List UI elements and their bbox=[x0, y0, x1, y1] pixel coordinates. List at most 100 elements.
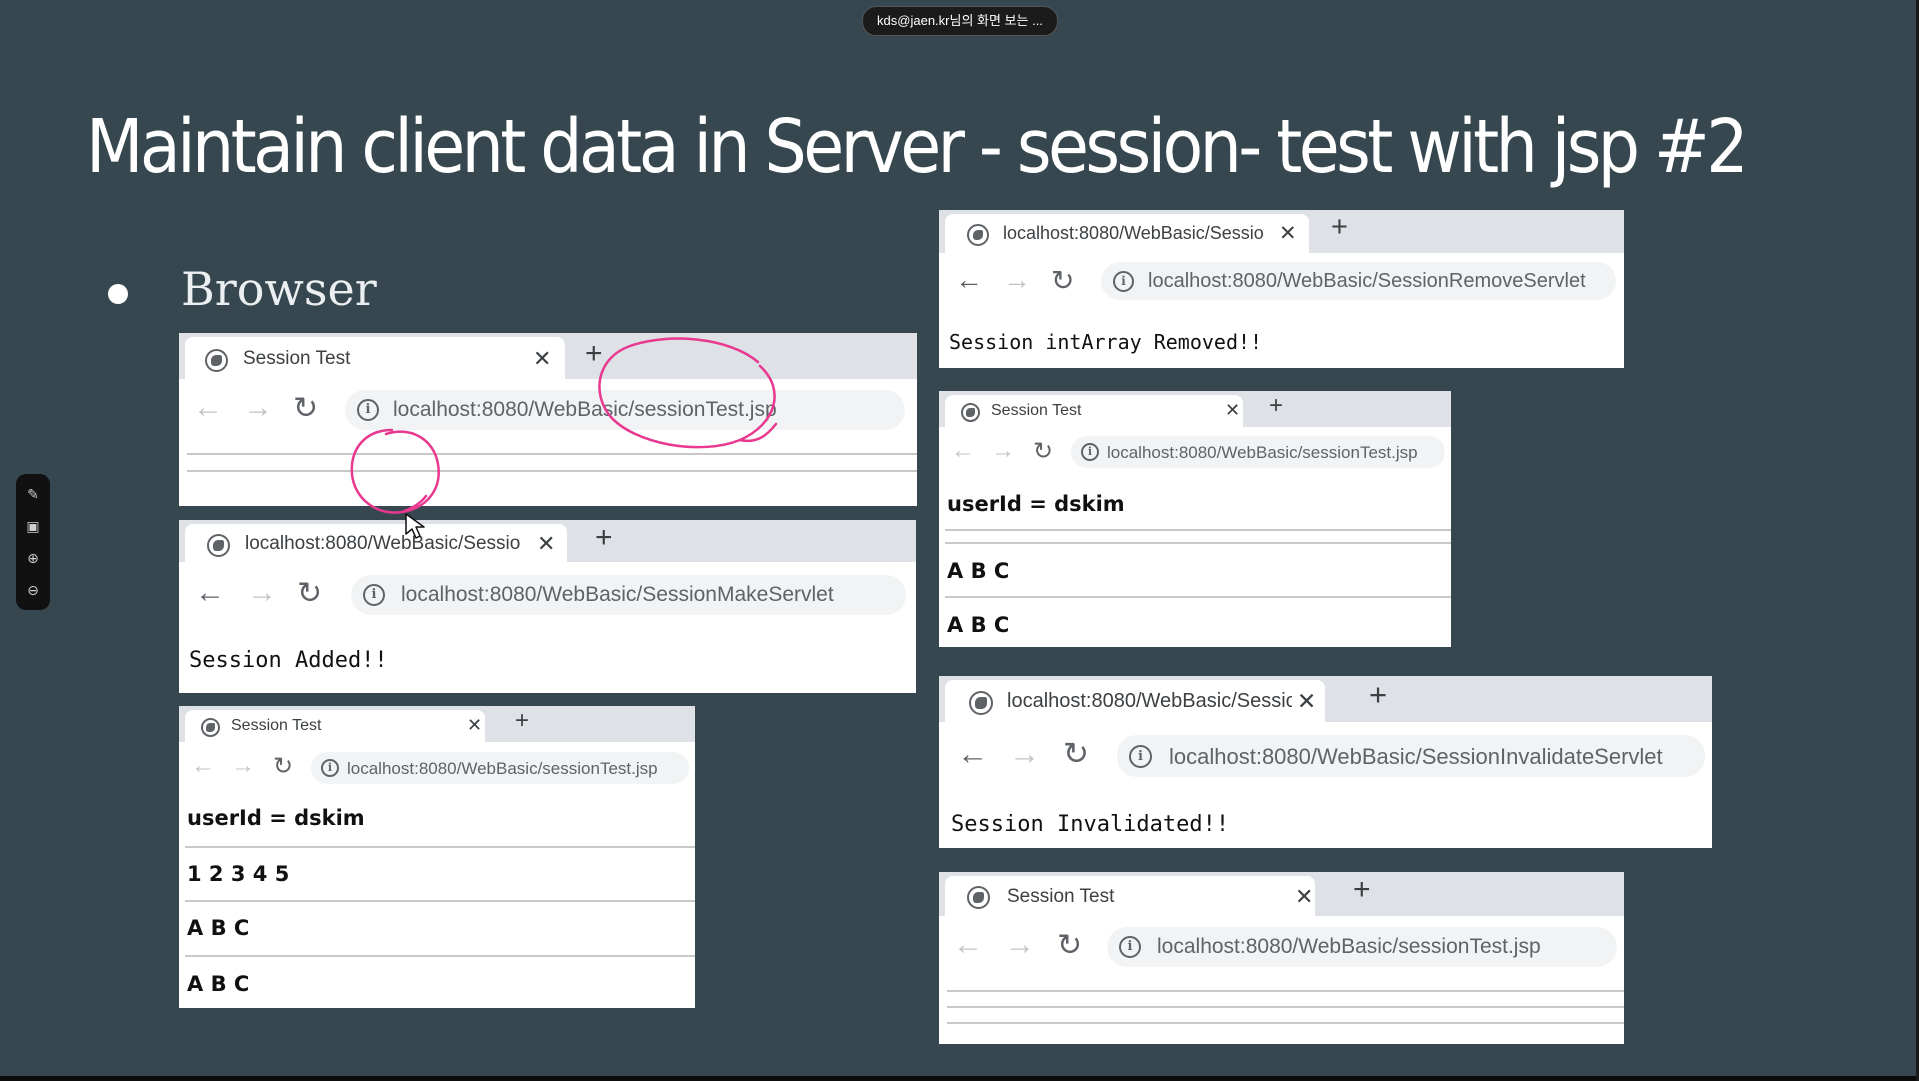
tab-session-remove[interactable]: localhost:8080/WebBasic/Sessio ✕ bbox=[945, 214, 1309, 253]
tab-session-test[interactable]: Session Test ✕ bbox=[185, 710, 485, 742]
tab-strip: localhost:8080/WebBasic/Sessio ✕ + bbox=[179, 520, 916, 562]
info-icon[interactable]: i bbox=[1081, 443, 1099, 461]
close-tab-icon[interactable]: ✕ bbox=[537, 531, 555, 557]
user-id-row: userId = dskim bbox=[187, 806, 365, 830]
forward-icon[interactable]: → bbox=[243, 391, 273, 425]
address-bar[interactable]: i localhost:8080/WebBasic/sessionTest.js… bbox=[345, 390, 905, 430]
forward-icon[interactable]: → bbox=[1005, 928, 1035, 962]
globe-icon bbox=[961, 403, 980, 422]
forward-icon[interactable]: → bbox=[1009, 736, 1040, 772]
back-icon[interactable]: ← bbox=[195, 576, 225, 610]
info-icon[interactable]: i bbox=[357, 399, 379, 421]
reload-icon[interactable]: ↻ bbox=[1063, 736, 1089, 772]
bullet-text: Browser bbox=[181, 262, 377, 316]
browser-window-session-invalidate: localhost:8080/WebBasic/Sessio ✕ + ← → ↻… bbox=[939, 676, 1712, 848]
empty-row-divider bbox=[187, 470, 917, 472]
address-bar[interactable]: i localhost:8080/WebBasic/sessionTest.js… bbox=[1107, 927, 1617, 967]
screen-share-banner[interactable]: kds@jaen.kr님의 화면 보는 ... bbox=[862, 6, 1058, 36]
new-tab-button[interactable]: + bbox=[1353, 873, 1371, 907]
url-text[interactable]: localhost:8080/WebBasic/SessionMakeServl… bbox=[401, 583, 901, 607]
globe-icon bbox=[967, 886, 990, 909]
back-icon[interactable]: ← bbox=[953, 928, 983, 962]
tab-session-invalidate[interactable]: localhost:8080/WebBasic/Sessio ✕ bbox=[945, 680, 1325, 722]
page-content-text: Session Added!! bbox=[189, 648, 388, 673]
back-icon[interactable]: ← bbox=[191, 752, 215, 780]
mouse-cursor-icon bbox=[405, 513, 425, 539]
url-text[interactable]: localhost:8080/WebBasic/SessionInvalidat… bbox=[1169, 744, 1701, 770]
url-text[interactable]: localhost:8080/WebBasic/sessionTest.jsp bbox=[1107, 443, 1443, 463]
url-text[interactable]: localhost:8080/WebBasic/SessionRemoveSer… bbox=[1148, 270, 1613, 293]
forward-icon[interactable]: → bbox=[247, 576, 277, 610]
tab-title: Session Test bbox=[231, 717, 322, 734]
bottom-edge bbox=[0, 1076, 1919, 1081]
row-divider bbox=[185, 955, 695, 957]
pen-icon[interactable]: ✎ bbox=[23, 484, 43, 504]
info-icon[interactable]: i bbox=[1113, 271, 1134, 292]
zoom-out-icon[interactable]: ⊖ bbox=[23, 580, 43, 600]
reload-icon[interactable]: ↻ bbox=[1057, 928, 1082, 963]
address-bar[interactable]: i localhost:8080/WebBasic/SessionRemoveS… bbox=[1101, 262, 1616, 300]
forward-icon[interactable]: → bbox=[231, 752, 255, 780]
reload-icon[interactable]: ↻ bbox=[297, 576, 322, 611]
zoom-in-icon[interactable]: ⊕ bbox=[23, 548, 43, 568]
close-tab-icon[interactable]: ✕ bbox=[1297, 688, 1316, 715]
new-tab-button[interactable]: + bbox=[1269, 392, 1283, 420]
tab-strip: Session Test ✕ + bbox=[939, 872, 1624, 916]
new-tab-button[interactable]: + bbox=[1331, 211, 1348, 244]
screen-share-icon[interactable]: ▣ bbox=[23, 516, 43, 536]
globe-icon bbox=[205, 349, 228, 372]
url-text[interactable]: localhost:8080/WebBasic/sessionTest.jsp bbox=[1157, 935, 1612, 959]
close-tab-icon[interactable]: ✕ bbox=[533, 346, 551, 372]
tab-session-test[interactable]: Session Test ✕ bbox=[945, 876, 1315, 916]
tab-title: Session Test bbox=[1007, 886, 1115, 907]
empty-row-divider bbox=[187, 453, 917, 455]
tab-strip: Session Test ✕ + bbox=[939, 391, 1451, 427]
info-icon[interactable]: i bbox=[1129, 745, 1152, 768]
tab-title: localhost:8080/WebBasic/Sessio bbox=[1003, 223, 1264, 243]
reload-icon[interactable]: ↻ bbox=[273, 752, 293, 781]
close-tab-icon[interactable]: ✕ bbox=[1279, 221, 1297, 246]
row-divider bbox=[185, 900, 695, 902]
reload-icon[interactable]: ↻ bbox=[1033, 437, 1053, 466]
int-array-row: 1 2 3 4 5 bbox=[187, 862, 290, 886]
browser-window-session-test-invalidated: Session Test ✕ + ← → ↻ i localhost:8080/… bbox=[939, 872, 1624, 1044]
empty-row-divider bbox=[947, 990, 1624, 992]
close-tab-icon[interactable]: ✕ bbox=[1295, 884, 1313, 910]
back-icon[interactable]: ← bbox=[951, 437, 975, 465]
close-tab-icon[interactable]: ✕ bbox=[467, 715, 482, 736]
tab-title: Session Test bbox=[991, 402, 1082, 419]
annotation-toolbar: ✎ ▣ ⊕ ⊖ bbox=[16, 474, 50, 610]
forward-icon[interactable]: → bbox=[991, 437, 1015, 465]
tab-session-test[interactable]: Session Test ✕ bbox=[945, 395, 1243, 427]
new-tab-button[interactable]: + bbox=[595, 521, 613, 555]
page-content-text: Session intArray Removed!! bbox=[949, 330, 1263, 354]
back-icon[interactable]: ← bbox=[193, 391, 223, 425]
back-icon[interactable]: ← bbox=[957, 736, 988, 772]
forward-icon[interactable]: → bbox=[1003, 264, 1031, 296]
globe-icon bbox=[207, 534, 230, 557]
tab-title: Session Test bbox=[243, 348, 351, 369]
back-icon[interactable]: ← bbox=[955, 264, 983, 296]
close-tab-icon[interactable]: ✕ bbox=[1225, 400, 1240, 421]
new-tab-button[interactable]: + bbox=[515, 707, 529, 735]
url-text[interactable]: localhost:8080/WebBasic/sessionTest.jsp bbox=[393, 398, 893, 422]
info-icon[interactable]: i bbox=[1119, 936, 1141, 958]
address-bar[interactable]: i localhost:8080/WebBasic/SessionMakeSer… bbox=[351, 575, 906, 615]
address-bar[interactable]: i localhost:8080/WebBasic/sessionTest.js… bbox=[1071, 436, 1445, 468]
new-tab-button[interactable]: + bbox=[585, 337, 603, 371]
string-array-row: A B C bbox=[947, 559, 1010, 583]
reload-icon[interactable]: ↻ bbox=[293, 391, 318, 426]
address-bar[interactable]: i localhost:8080/WebBasic/sessionTest.js… bbox=[311, 752, 689, 784]
address-bar[interactable]: i localhost:8080/WebBasic/SessionInvalid… bbox=[1117, 735, 1705, 777]
tab-session-test[interactable]: Session Test ✕ bbox=[185, 337, 565, 379]
url-text[interactable]: localhost:8080/WebBasic/sessionTest.jsp bbox=[347, 759, 687, 779]
info-icon[interactable]: i bbox=[363, 584, 385, 606]
tab-session-make[interactable]: localhost:8080/WebBasic/Sessio ✕ bbox=[185, 524, 567, 562]
info-icon[interactable]: i bbox=[321, 759, 339, 777]
globe-icon bbox=[201, 718, 220, 737]
new-tab-button[interactable]: + bbox=[1369, 677, 1387, 713]
string-array-row: A B C bbox=[187, 916, 250, 940]
row-divider bbox=[945, 529, 1451, 531]
browser-window-session-test-empty: Session Test ✕ + ← → ↻ i localhost:8080/… bbox=[179, 333, 917, 506]
reload-icon[interactable]: ↻ bbox=[1051, 264, 1074, 297]
